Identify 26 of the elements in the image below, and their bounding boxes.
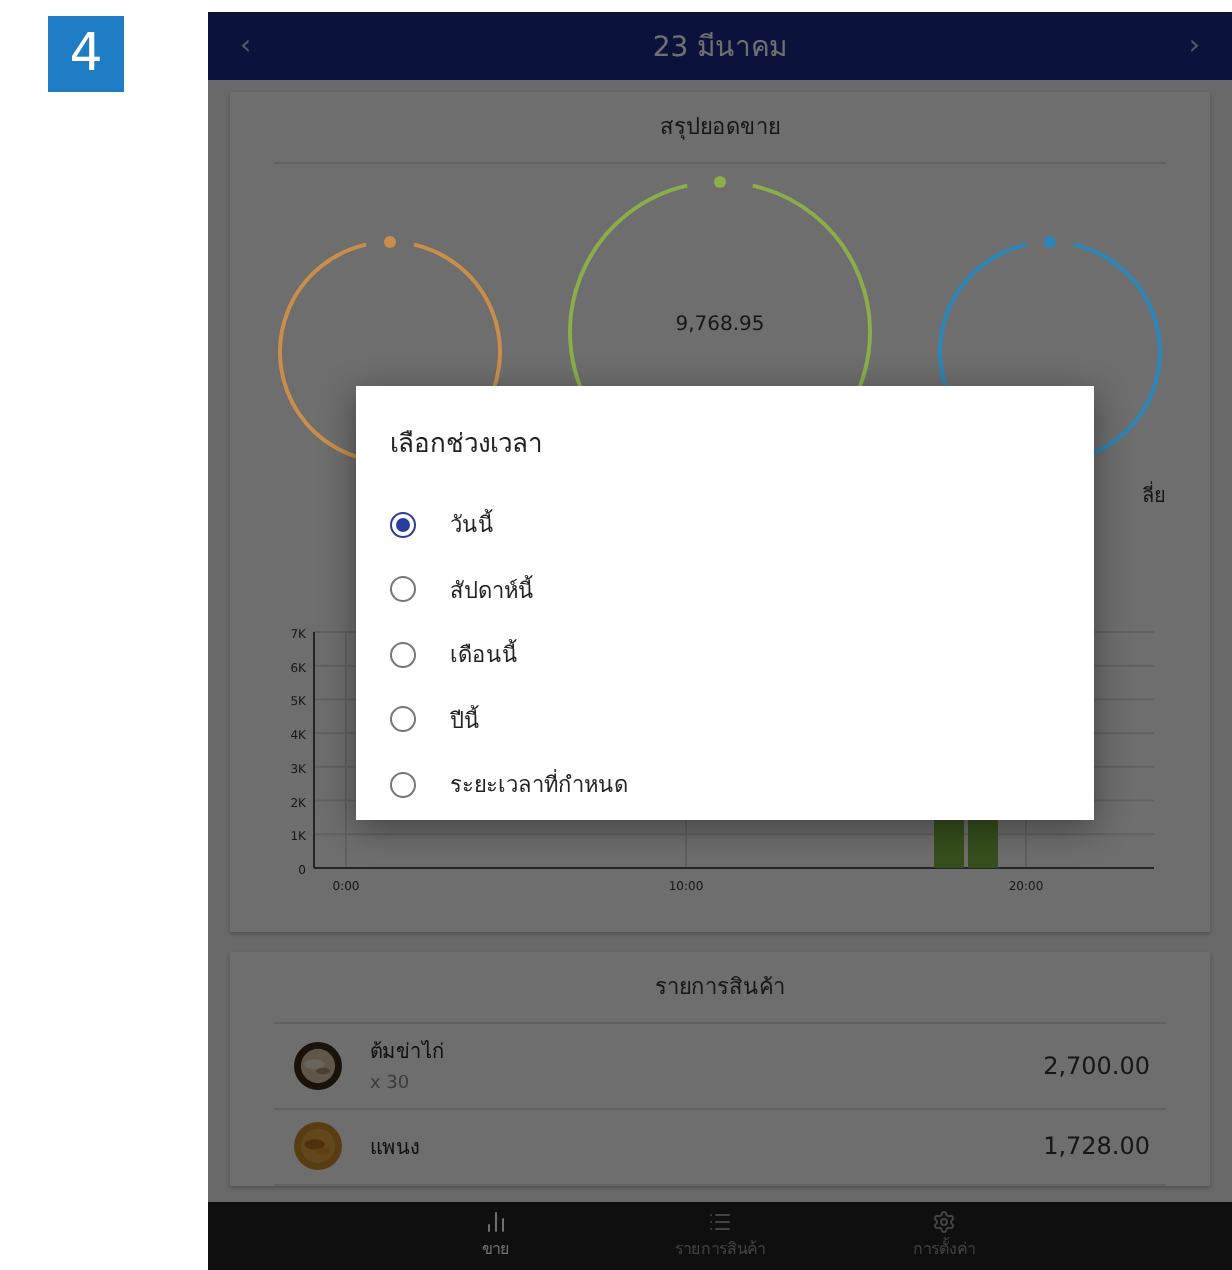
radio-button[interactable]	[390, 576, 416, 603]
option-label: วันนี้	[450, 507, 494, 543]
next-button[interactable]: ›	[1180, 32, 1208, 60]
option-label: เดือนนี้	[450, 637, 518, 673]
card-title: สรุปยอดขาย	[274, 92, 1166, 164]
bar-chart-icon	[484, 1210, 508, 1234]
gauge-label: ลี่ย	[1142, 480, 1166, 510]
radio-button[interactable]	[390, 771, 416, 798]
dialog-title: เลือกช่วงเวลา	[390, 428, 544, 464]
previous-button[interactable]: ‹	[232, 32, 260, 60]
option-label: สัปดาห์นี้	[450, 573, 534, 608]
gauge-value: 9,768.95	[673, 314, 767, 336]
radio-button[interactable]	[390, 641, 416, 668]
radio-button[interactable]	[390, 511, 416, 538]
nav-tab[interactable]: ขาย	[384, 1202, 608, 1270]
option-label: ปีนี้	[450, 703, 480, 738]
radio-button[interactable]	[390, 706, 416, 733]
product-price: 2,700.00	[1043, 1051, 1150, 1079]
header-title: 23 มีนาคม	[652, 30, 788, 68]
product-name: ต้มข่าไก่	[370, 1038, 446, 1066]
product-price: 1,728.00	[1043, 1132, 1150, 1160]
card-title: รายการสินค้า	[274, 952, 1166, 1024]
product-name: แพนง	[370, 1135, 422, 1161]
settings-icon	[932, 1210, 956, 1234]
step-badge: 4	[48, 16, 124, 92]
option-label: ระยะเวลาที่กำหนด	[450, 767, 628, 803]
